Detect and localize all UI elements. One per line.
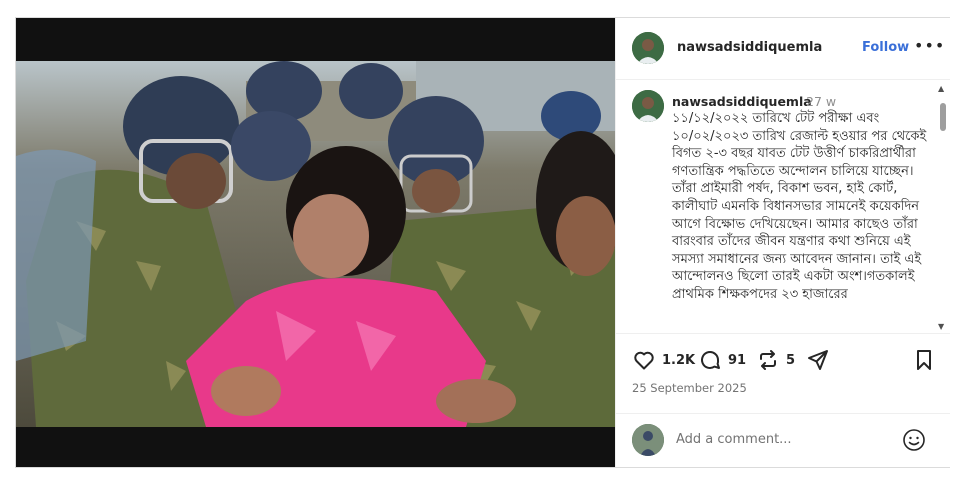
post-date[interactable]: 25 September 2025: [632, 381, 747, 395]
emoji-button[interactable]: [902, 428, 926, 456]
author-avatar[interactable]: [632, 32, 664, 64]
like-button[interactable]: 1.2K: [632, 348, 695, 372]
post-card: nawsadsiddiquemla Follow ••• nawsadsiddi…: [15, 17, 950, 468]
caption-section: nawsadsiddiquemla 27 w ১১/১২/২০২২ তারিখে…: [616, 80, 950, 334]
comment-button[interactable]: 91: [698, 348, 746, 372]
caption-text: ১১/১২/২০২২ তারিখে টেট পরীক্ষা এবং ১০/০২/…: [672, 111, 927, 302]
viewer-avatar: [632, 424, 664, 456]
comment-input[interactable]: Add a comment...: [676, 432, 792, 447]
follow-button[interactable]: Follow: [862, 40, 909, 55]
scroll-down-icon[interactable]: ▼: [938, 322, 944, 331]
more-options-icon[interactable]: •••: [914, 36, 945, 55]
caption-username[interactable]: nawsadsiddiquemla: [672, 94, 812, 109]
save-button[interactable]: [912, 348, 936, 372]
post-header: nawsadsiddiquemla Follow •••: [616, 18, 950, 80]
actions-bar: 1.2K 91 5 25 September 2025: [616, 334, 950, 414]
caption-timestamp[interactable]: 27 w: [806, 94, 836, 109]
emoji-icon: [903, 429, 925, 451]
repost-button[interactable]: 5: [756, 348, 795, 372]
send-icon: [808, 350, 828, 370]
likes-count[interactable]: 1.2K: [662, 353, 695, 368]
post-media[interactable]: [16, 18, 615, 467]
scroll-up-icon[interactable]: ▲: [938, 84, 944, 93]
repost-icon: [760, 350, 776, 370]
comment-composer: Add a comment...: [616, 414, 950, 467]
post-side-panel: nawsadsiddiquemla Follow ••• nawsadsiddi…: [615, 18, 950, 467]
post-photo: [16, 61, 615, 427]
heart-icon: [634, 351, 654, 370]
author-username[interactable]: nawsadsiddiquemla: [677, 40, 822, 55]
bookmark-icon: [917, 350, 931, 370]
caption-author-avatar[interactable]: [632, 90, 664, 122]
comments-count[interactable]: 91: [728, 353, 746, 368]
caption-scrollbar[interactable]: ▲ ▼: [938, 84, 948, 334]
reposts-count[interactable]: 5: [786, 353, 795, 368]
share-button[interactable]: [806, 348, 830, 372]
comment-bubble-icon: [701, 351, 720, 369]
scrollbar-thumb[interactable]: [940, 103, 946, 131]
